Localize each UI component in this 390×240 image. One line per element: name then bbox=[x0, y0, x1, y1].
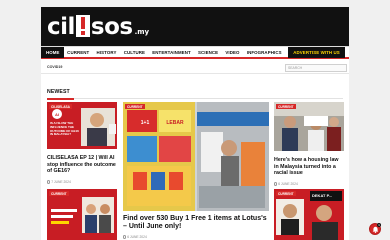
clock-icon bbox=[123, 235, 127, 239]
nav-item-culture[interactable]: CULTURE bbox=[120, 50, 149, 55]
svg-text:LEBAR: LEBAR bbox=[166, 120, 184, 126]
svg-text:AI: AI bbox=[55, 112, 59, 117]
clock-icon bbox=[274, 182, 278, 186]
nav-item-science[interactable]: SCIENCE bbox=[194, 50, 221, 55]
utility-bar: COVID19 SEARCH bbox=[41, 61, 349, 74]
article-title[interactable]: CILISELASA EP 12 | Will AI stop influenc… bbox=[47, 155, 117, 175]
article-card-current-bottom-left[interactable]: CURRENT bbox=[47, 189, 117, 240]
featured-thumbnail[interactable]: CURRENT 1+1 LEBAR bbox=[123, 102, 269, 211]
notification-bell-button[interactable]: 1 bbox=[369, 223, 381, 235]
thumbnail-caption: IS AI SLOW THE INFLUENCE THE OUTCOME OF … bbox=[50, 121, 79, 137]
site-logo[interactable]: cil sos .my bbox=[47, 12, 149, 42]
logo-exclamation-icon bbox=[75, 15, 90, 37]
article-thumbnail[interactable]: CURRENT bbox=[274, 102, 344, 151]
date-text: 6 JUNE 2024 bbox=[127, 235, 147, 239]
category-badge[interactable]: CURRENT bbox=[125, 104, 145, 110]
article-title[interactable]: Here's how a housing law in Malaysia tur… bbox=[274, 157, 344, 177]
featured-article-title[interactable]: Find over 530 Buy 1 Free 1 items at Lotu… bbox=[123, 215, 269, 232]
clock-icon bbox=[47, 180, 51, 184]
date-text: 7 JUNE 2024 bbox=[51, 180, 71, 184]
logo-text-left: cil bbox=[47, 14, 75, 40]
section-title: NEWEST bbox=[47, 89, 70, 95]
nav-item-entertainment[interactable]: ENTERTAINMENT bbox=[149, 50, 195, 55]
article-card-featured[interactable]: CURRENT 1+1 LEBAR Find over 530 Buy 1 Fr… bbox=[123, 102, 269, 240]
article-date: 6 JUNE 2024 bbox=[274, 182, 298, 186]
category-badge[interactable]: CILISELASA bbox=[49, 104, 72, 110]
article-card-current-bottom-right[interactable]: CURRENT DEKAT P... bbox=[274, 189, 344, 240]
category-badge[interactable]: CURRENT bbox=[276, 191, 296, 197]
svg-text:1+1: 1+1 bbox=[141, 120, 150, 126]
category-badge[interactable]: CURRENT bbox=[276, 104, 296, 110]
article-thumbnail[interactable]: CURRENT DEKAT P... bbox=[274, 189, 344, 240]
thumbnail-caption: DEKAT P... bbox=[312, 193, 333, 198]
logo-tld: .my bbox=[134, 28, 150, 36]
page-container: cil sos .my HOME CURRENT HISTORY CULTURE… bbox=[41, 7, 349, 240]
nav-item-history[interactable]: HISTORY bbox=[93, 50, 120, 55]
article-card-ciliselasa[interactable]: CILISELASA AI IS AI SLOW THE INFLUENCE T… bbox=[47, 102, 117, 192]
section-divider bbox=[47, 98, 343, 100]
nav-item-infographics[interactable]: INFOGRAPHICS bbox=[243, 50, 285, 55]
covid-link[interactable]: COVID19 bbox=[47, 65, 62, 69]
article-card-housing-law[interactable]: CURRENT Here's how a housing law in Mala… bbox=[274, 102, 344, 192]
article-date: 6 JUNE 2024 bbox=[123, 235, 147, 239]
nav-advertise-link[interactable]: ADVERTISE WITH US bbox=[288, 46, 345, 58]
nav-item-current[interactable]: CURRENT bbox=[64, 50, 93, 55]
masthead: cil sos .my bbox=[41, 7, 349, 46]
article-thumbnail[interactable]: CURRENT bbox=[47, 189, 117, 240]
main-navigation: HOME CURRENT HISTORY CULTURE ENTERTAINME… bbox=[41, 46, 349, 59]
search-input[interactable]: SEARCH bbox=[285, 64, 347, 72]
article-date: 7 JUNE 2024 bbox=[47, 180, 71, 184]
date-text: 6 JUNE 2024 bbox=[278, 182, 298, 186]
notification-count-badge: 1 bbox=[377, 223, 381, 227]
article-thumbnail[interactable]: CILISELASA AI IS AI SLOW THE INFLUENCE T… bbox=[47, 102, 117, 149]
nav-item-video[interactable]: VIDEO bbox=[222, 50, 243, 55]
nav-item-home[interactable]: HOME bbox=[41, 46, 64, 58]
category-badge[interactable]: CURRENT bbox=[49, 191, 69, 197]
logo-text-right: sos bbox=[90, 14, 133, 40]
